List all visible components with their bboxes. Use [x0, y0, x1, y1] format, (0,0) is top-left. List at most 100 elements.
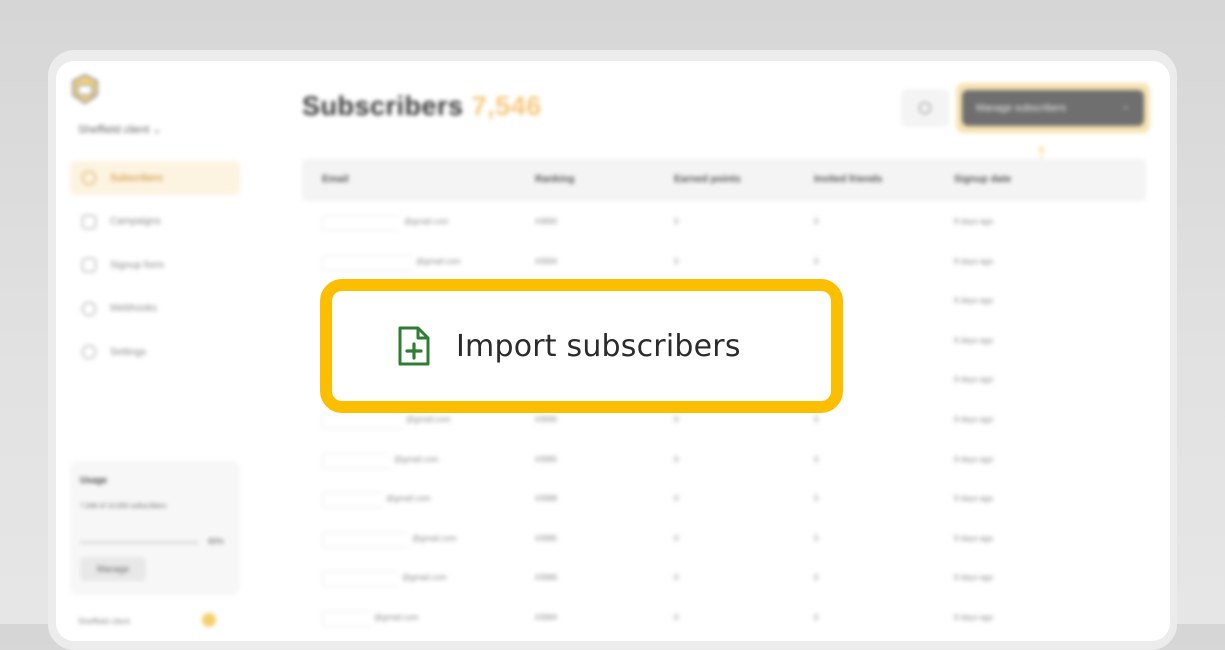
invited-cell: 0 — [814, 533, 819, 543]
points-cell: 0 — [674, 414, 679, 424]
email-redaction — [322, 215, 401, 231]
import-subscribers-label: Import subscribers — [456, 328, 741, 364]
date-cell: 9 days ago — [954, 612, 994, 622]
date-cell: 9 days ago — [954, 533, 994, 543]
table-row[interactable]: @gmail.com #3986 0 0 9 days ago — [302, 559, 1146, 599]
manage-subscribers-label: Manage subscribers — [976, 102, 1067, 114]
ranking-cell: #3890 — [535, 217, 558, 226]
sidebar-item-webhooks[interactable]: Webhooks — [70, 292, 240, 326]
usage-title: Usage — [80, 475, 108, 485]
email-redaction — [322, 412, 403, 429]
workspace-label: Sheffield client — [78, 124, 150, 136]
points-cell: 0 — [674, 533, 679, 543]
manage-usage-button[interactable]: Manage — [80, 557, 146, 581]
column-header-earned-points[interactable]: Earned points — [674, 174, 741, 185]
manage-subscribers-button[interactable]: Manage subscribers ⌄ — [962, 90, 1144, 126]
email-cell: @gmail.com — [404, 217, 449, 226]
points-cell: 0 — [674, 256, 679, 266]
table-row[interactable]: @gmail.com #3985 0 0 9 days ago — [302, 520, 1146, 560]
ranking-cell: #3990 — [535, 414, 558, 424]
sidebar-item-label: Signup form — [110, 259, 164, 271]
email-redaction — [322, 531, 409, 548]
invited-cell: 0 — [814, 573, 819, 583]
email-redaction — [322, 571, 399, 588]
points-cell: 0 — [674, 612, 679, 622]
subscriber-count: 7,546 — [471, 91, 542, 121]
email-cell: @gmail.com — [386, 494, 431, 504]
logo-icon — [72, 73, 98, 105]
table-row[interactable]: @gmail.com #3985 0 0 9 days ago — [302, 441, 1146, 481]
sidebar-item-label: Webhooks — [110, 303, 158, 314]
column-header-invited-friends[interactable]: Invited friends — [814, 174, 882, 185]
table-header: Email Ranking Earned points Invited frie… — [302, 159, 1146, 201]
email-redaction — [322, 452, 391, 469]
search-button[interactable] — [901, 89, 949, 127]
ranking-cell: #3994 — [535, 256, 558, 266]
email-redaction — [322, 610, 371, 627]
ranking-cell: #3988 — [535, 494, 558, 504]
usage-subtitle: 7,546 of 10,000 subscribers — [80, 503, 167, 510]
sidebar-item-signup-form[interactable]: Signup form — [70, 248, 240, 282]
subscriber-table: @gmail.com #3890 0 0 9 days ago @gmail.com #39… — [302, 203, 1146, 639]
email-cell: @gmail.com — [374, 612, 419, 622]
column-header-email[interactable]: Email — [322, 174, 349, 185]
workspace-selector[interactable]: Sheffield client ⌄ — [78, 123, 162, 136]
chat-icon — [82, 214, 96, 229]
email-cell: @gmail.com — [402, 573, 447, 583]
points-cell: 0 — [674, 573, 679, 583]
invited-cell: 0 — [814, 414, 819, 424]
usage-card: Usage 7,546 of 10,000 subscribers 80% Ma… — [70, 461, 240, 595]
invited-cell: 0 — [814, 494, 819, 504]
points-cell: 0 — [674, 454, 679, 464]
ranking-cell: #3984 — [535, 612, 558, 622]
sidebar-item-label: Campaigns — [110, 216, 161, 227]
email-redaction — [322, 492, 383, 509]
page-title: Subscribers 7,546 — [302, 91, 542, 122]
sidebar-item-settings[interactable]: Settings — [70, 335, 240, 369]
form-icon — [82, 258, 96, 272]
date-cell: 9 days ago — [954, 256, 994, 266]
date-cell: 9 days ago — [954, 375, 994, 385]
email-redaction — [322, 254, 413, 271]
sidebar-item-campaigns[interactable]: Campaigns — [70, 205, 240, 239]
sidebar-item-label: Settings — [110, 346, 147, 358]
manage-subscribers-highlight: Manage subscribers ⌄ — [956, 83, 1150, 133]
table-row[interactable]: @gmail.com #3994 0 0 9 days ago — [302, 243, 1146, 283]
table-row[interactable]: @gmail.com #3984 0 0 9 days ago — [302, 599, 1146, 639]
usage-progress-bar — [80, 541, 198, 544]
search-icon — [919, 102, 931, 114]
gear-icon — [82, 345, 96, 359]
avatar[interactable] — [202, 613, 216, 627]
user-icon — [82, 171, 96, 185]
chevron-down-icon: ⌄ — [152, 124, 162, 136]
page-title-text: Subscribers — [302, 91, 464, 121]
points-cell: 0 — [674, 494, 679, 504]
column-header-signup-date[interactable]: Signup date — [954, 174, 1011, 185]
table-row[interactable]: @gmail.com #3988 0 0 9 days ago — [302, 480, 1146, 520]
import-subscribers-callout[interactable]: Import subscribers — [320, 279, 843, 413]
invited-cell: 0 — [814, 454, 819, 464]
email-cell: @gmail.com — [406, 414, 451, 424]
invited-cell: 0 — [814, 612, 819, 622]
usage-percent: 80% — [208, 537, 225, 546]
ranking-cell: #3985 — [535, 533, 558, 543]
chevron-down-icon: ⌄ — [1121, 101, 1130, 112]
email-cell: @gmail.com — [416, 256, 461, 266]
date-cell: 9 days ago — [954, 414, 994, 424]
column-header-ranking[interactable]: Ranking — [535, 174, 574, 185]
sidebar-item-subscribers[interactable]: Subscribers — [70, 161, 240, 195]
ranking-cell: #3986 — [535, 573, 558, 583]
table-row[interactable]: @gmail.com #3890 0 0 9 days ago — [302, 203, 1146, 243]
date-cell: 9 days ago — [954, 296, 994, 306]
import-subscribers-button[interactable]: Import subscribers — [396, 325, 741, 367]
invited-cell: 0 — [814, 256, 819, 266]
invited-cell: 0 — [814, 217, 819, 226]
account-label[interactable]: Sheffield client — [78, 617, 130, 626]
ranking-cell: #3985 — [535, 454, 558, 464]
points-cell: 0 — [674, 217, 679, 226]
date-cell: 9 days ago — [954, 573, 994, 583]
date-cell: 9 days ago — [954, 217, 994, 226]
file-plus-icon — [398, 326, 430, 366]
webhook-icon — [82, 301, 96, 316]
date-cell: 9 days ago — [954, 335, 994, 345]
